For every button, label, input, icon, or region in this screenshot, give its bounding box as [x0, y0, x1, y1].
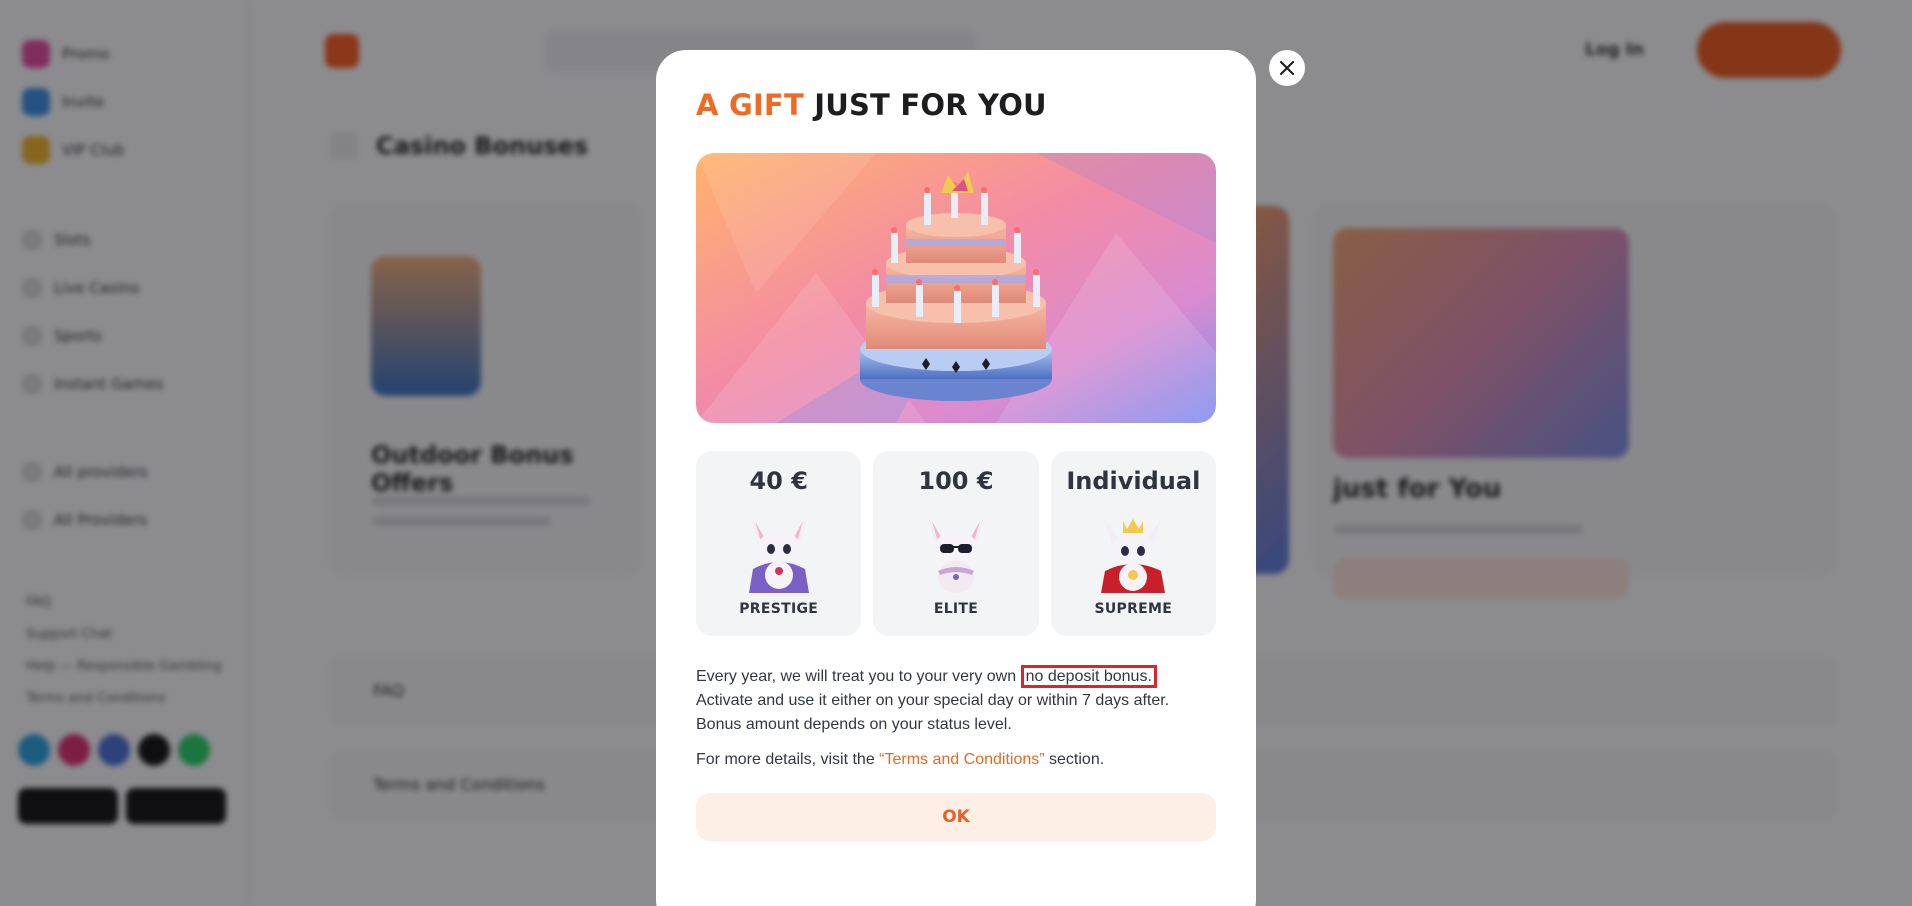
close-icon	[1279, 60, 1295, 76]
ok-button[interactable]: OK	[696, 793, 1216, 841]
description-text: Bonus amount depends on your status leve…	[696, 716, 1012, 733]
tier-card-supreme: Individual SUPREME	[1050, 451, 1216, 636]
birthday-cake-icon	[696, 153, 1216, 423]
tier-amount: Individual	[1066, 467, 1201, 495]
gift-description: Every year, we will treat you to your ve…	[696, 665, 1221, 737]
tier-name: PRESTIGE	[739, 601, 819, 617]
tier-cards: 40 € PRESTIGE 100 € ELITE Individual SUP…	[696, 451, 1216, 636]
no-deposit-bonus-highlight: no deposit bonus.	[1020, 665, 1157, 688]
modal-title-rest: JUST FOR YOU	[814, 88, 1047, 122]
fox-crown-icon	[1101, 519, 1166, 593]
tier-amount: 40 €	[749, 467, 808, 495]
tier-card-elite: 100 € ELITE	[873, 451, 1039, 636]
more-details: For more details, visit the “Terms and C…	[696, 751, 1104, 769]
tier-card-prestige: 40 € PRESTIGE	[696, 451, 862, 636]
tier-name: ELITE	[933, 601, 979, 617]
birthday-cake-banner	[696, 153, 1216, 423]
gift-modal: A GIFT JUST FOR YOU 40 € PRESTIGE 100 € …	[656, 50, 1256, 906]
close-button[interactable]	[1269, 50, 1305, 86]
modal-title-accent: A GIFT	[696, 88, 804, 122]
tier-amount: 100 €	[918, 467, 994, 495]
terms-and-conditions-link[interactable]: “Terms and Conditions”	[879, 751, 1044, 768]
modal-title: A GIFT JUST FOR YOU	[696, 88, 1047, 122]
more-details-text: section.	[1044, 751, 1105, 768]
fox-purple-cape-icon	[748, 517, 809, 593]
fox-sunglasses-icon	[927, 517, 984, 593]
tier-name: SUPREME	[1094, 601, 1173, 617]
description-text: Activate and use it either on your speci…	[696, 692, 1170, 709]
description-text: Every year, we will treat you to your ve…	[696, 668, 1021, 685]
more-details-text: For more details, visit the	[696, 751, 880, 768]
